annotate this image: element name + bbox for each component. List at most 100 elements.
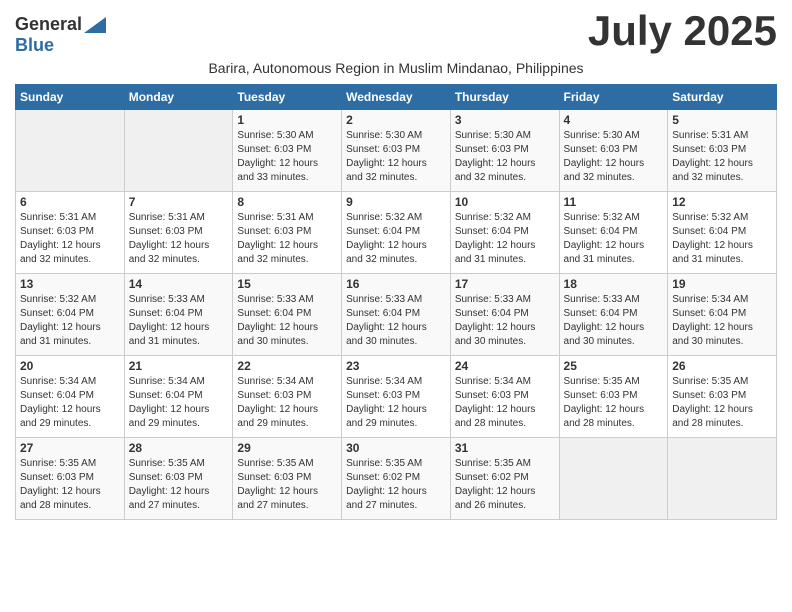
day-number: 11: [564, 195, 664, 209]
day-header-wednesday: Wednesday: [342, 85, 451, 110]
day-number: 15: [237, 277, 337, 291]
calendar-cell: 13 Sunrise: 5:32 AM Sunset: 6:04 PM Dayli…: [16, 274, 125, 356]
week-row-2: 6 Sunrise: 5:31 AM Sunset: 6:03 PM Daylig…: [16, 192, 777, 274]
day-number: 12: [672, 195, 772, 209]
day-info: Sunrise: 5:34 AM Sunset: 6:04 PM Dayligh…: [129, 375, 229, 431]
logo-icon: [84, 17, 106, 33]
day-number: 27: [20, 441, 120, 455]
calendar-cell: 4Sunrise: 5:30 AM Sunset: 6:03 PM Daylig…: [559, 110, 668, 192]
day-info: Sunrise: 5:30 AM Sunset: 6:03 PM Dayligh…: [237, 129, 337, 185]
week-row-5: 27 Sunrise: 5:35 AM Sunset: 6:03 PM Dayli…: [16, 438, 777, 520]
day-info: Sunrise: 5:35 AM Sunset: 6:03 PM Dayligh…: [564, 375, 664, 431]
calendar-cell: 5Sunrise: 5:31 AM Sunset: 6:03 PM Daylig…: [668, 110, 777, 192]
calendar-cell: 1 Sunrise: 5:30 AM Sunset: 6:03 PM Daylig…: [233, 110, 342, 192]
day-info: Sunrise: 5:30 AM Sunset: 6:03 PM Dayligh…: [455, 129, 555, 185]
logo-general-text: General: [15, 14, 82, 35]
day-info: Sunrise: 5:35 AM Sunset: 6:03 PM Dayligh…: [672, 375, 772, 431]
calendar-cell: 27 Sunrise: 5:35 AM Sunset: 6:03 PM Dayli…: [16, 438, 125, 520]
calendar-cell: 29 Sunrise: 5:35 AM Sunset: 6:03 PM Dayli…: [233, 438, 342, 520]
calendar-cell: 10 Sunrise: 5:32 AM Sunset: 6:04 PM Dayli…: [450, 192, 559, 274]
calendar-cell: 26Sunrise: 5:35 AM Sunset: 6:03 PM Dayli…: [668, 356, 777, 438]
day-info: Sunrise: 5:35 AM Sunset: 6:03 PM Dayligh…: [20, 457, 120, 513]
day-number: 23: [346, 359, 446, 373]
day-number: 22: [237, 359, 337, 373]
day-header-tuesday: Tuesday: [233, 85, 342, 110]
day-number: 19: [672, 277, 772, 291]
day-number: 18: [564, 277, 664, 291]
calendar-subtitle: Barira, Autonomous Region in Muslim Mind…: [15, 60, 777, 76]
day-number: 21: [129, 359, 229, 373]
calendar-cell: 17Sunrise: 5:33 AM Sunset: 6:04 PM Dayli…: [450, 274, 559, 356]
day-number: 1: [237, 113, 337, 127]
calendar-cell: 16 Sunrise: 5:33 AM Sunset: 6:04 PM Dayli…: [342, 274, 451, 356]
day-number: 16: [346, 277, 446, 291]
day-number: 31: [455, 441, 555, 455]
day-header-sunday: Sunday: [16, 85, 125, 110]
day-info: Sunrise: 5:32 AM Sunset: 6:04 PM Dayligh…: [346, 211, 446, 267]
day-info: Sunrise: 5:33 AM Sunset: 6:04 PM Dayligh…: [237, 293, 337, 349]
day-number: 10: [455, 195, 555, 209]
day-number: 14: [129, 277, 229, 291]
calendar-cell: 11 Sunrise: 5:32 AM Sunset: 6:04 PM Dayli…: [559, 192, 668, 274]
week-row-1: 1 Sunrise: 5:30 AM Sunset: 6:03 PM Daylig…: [16, 110, 777, 192]
day-number: 7: [129, 195, 229, 209]
calendar-cell: 2Sunrise: 5:30 AM Sunset: 6:03 PM Daylig…: [342, 110, 451, 192]
day-number: 29: [237, 441, 337, 455]
page-header: General Blue July 2025: [15, 10, 777, 56]
day-info: Sunrise: 5:35 AM Sunset: 6:02 PM Dayligh…: [455, 457, 555, 513]
day-number: 13: [20, 277, 120, 291]
day-number: 28: [129, 441, 229, 455]
day-info: Sunrise: 5:34 AM Sunset: 6:04 PM Dayligh…: [672, 293, 772, 349]
calendar-cell: 15 Sunrise: 5:33 AM Sunset: 6:04 PM Dayli…: [233, 274, 342, 356]
week-row-4: 20 Sunrise: 5:34 AM Sunset: 6:04 PM Dayli…: [16, 356, 777, 438]
day-info: Sunrise: 5:33 AM Sunset: 6:04 PM Dayligh…: [564, 293, 664, 349]
calendar-cell: 14 Sunrise: 5:33 AM Sunset: 6:04 PM Dayli…: [124, 274, 233, 356]
calendar-table: SundayMondayTuesdayWednesdayThursdayFrid…: [15, 84, 777, 520]
calendar-body: 1 Sunrise: 5:30 AM Sunset: 6:03 PM Daylig…: [16, 110, 777, 520]
calendar-cell: 6 Sunrise: 5:31 AM Sunset: 6:03 PM Daylig…: [16, 192, 125, 274]
calendar-cell: [559, 438, 668, 520]
day-number: 20: [20, 359, 120, 373]
calendar-cell: 7 Sunrise: 5:31 AM Sunset: 6:03 PM Daylig…: [124, 192, 233, 274]
day-number: 4: [564, 113, 664, 127]
day-info: Sunrise: 5:32 AM Sunset: 6:04 PM Dayligh…: [455, 211, 555, 267]
day-number: 25: [564, 359, 664, 373]
header-row: SundayMondayTuesdayWednesdayThursdayFrid…: [16, 85, 777, 110]
calendar-cell: 30Sunrise: 5:35 AM Sunset: 6:02 PM Dayli…: [342, 438, 451, 520]
day-info: Sunrise: 5:33 AM Sunset: 6:04 PM Dayligh…: [129, 293, 229, 349]
day-info: Sunrise: 5:32 AM Sunset: 6:04 PM Dayligh…: [672, 211, 772, 267]
calendar-header: SundayMondayTuesdayWednesdayThursdayFrid…: [16, 85, 777, 110]
day-info: Sunrise: 5:31 AM Sunset: 6:03 PM Dayligh…: [129, 211, 229, 267]
day-number: 8: [237, 195, 337, 209]
day-info: Sunrise: 5:34 AM Sunset: 6:03 PM Dayligh…: [237, 375, 337, 431]
calendar-cell: 24 Sunrise: 5:34 AM Sunset: 6:03 PM Dayli…: [450, 356, 559, 438]
calendar-cell: [124, 110, 233, 192]
day-info: Sunrise: 5:35 AM Sunset: 6:03 PM Dayligh…: [237, 457, 337, 513]
day-number: 24: [455, 359, 555, 373]
calendar-cell: [668, 438, 777, 520]
calendar-cell: 12 Sunrise: 5:32 AM Sunset: 6:04 PM Dayli…: [668, 192, 777, 274]
day-info: Sunrise: 5:33 AM Sunset: 6:04 PM Dayligh…: [455, 293, 555, 349]
day-number: 3: [455, 113, 555, 127]
calendar-cell: 31 Sunrise: 5:35 AM Sunset: 6:02 PM Dayli…: [450, 438, 559, 520]
calendar-cell: 18 Sunrise: 5:33 AM Sunset: 6:04 PM Dayli…: [559, 274, 668, 356]
day-info: Sunrise: 5:32 AM Sunset: 6:04 PM Dayligh…: [564, 211, 664, 267]
day-number: 6: [20, 195, 120, 209]
calendar-cell: 23Sunrise: 5:34 AM Sunset: 6:03 PM Dayli…: [342, 356, 451, 438]
day-number: 5: [672, 113, 772, 127]
day-info: Sunrise: 5:31 AM Sunset: 6:03 PM Dayligh…: [20, 211, 120, 267]
calendar-cell: 19 Sunrise: 5:34 AM Sunset: 6:04 PM Dayli…: [668, 274, 777, 356]
calendar-cell: 28Sunrise: 5:35 AM Sunset: 6:03 PM Dayli…: [124, 438, 233, 520]
day-info: Sunrise: 5:34 AM Sunset: 6:04 PM Dayligh…: [20, 375, 120, 431]
day-info: Sunrise: 5:33 AM Sunset: 6:04 PM Dayligh…: [346, 293, 446, 349]
day-info: Sunrise: 5:34 AM Sunset: 6:03 PM Dayligh…: [455, 375, 555, 431]
day-info: Sunrise: 5:32 AM Sunset: 6:04 PM Dayligh…: [20, 293, 120, 349]
day-info: Sunrise: 5:31 AM Sunset: 6:03 PM Dayligh…: [237, 211, 337, 267]
calendar-cell: 25 Sunrise: 5:35 AM Sunset: 6:03 PM Dayli…: [559, 356, 668, 438]
calendar-cell: 8 Sunrise: 5:31 AM Sunset: 6:03 PM Daylig…: [233, 192, 342, 274]
calendar-cell: 20 Sunrise: 5:34 AM Sunset: 6:04 PM Dayli…: [16, 356, 125, 438]
calendar-cell: 3 Sunrise: 5:30 AM Sunset: 6:03 PM Daylig…: [450, 110, 559, 192]
day-info: Sunrise: 5:35 AM Sunset: 6:02 PM Dayligh…: [346, 457, 446, 513]
day-header-friday: Friday: [559, 85, 668, 110]
calendar-cell: 21 Sunrise: 5:34 AM Sunset: 6:04 PM Dayli…: [124, 356, 233, 438]
